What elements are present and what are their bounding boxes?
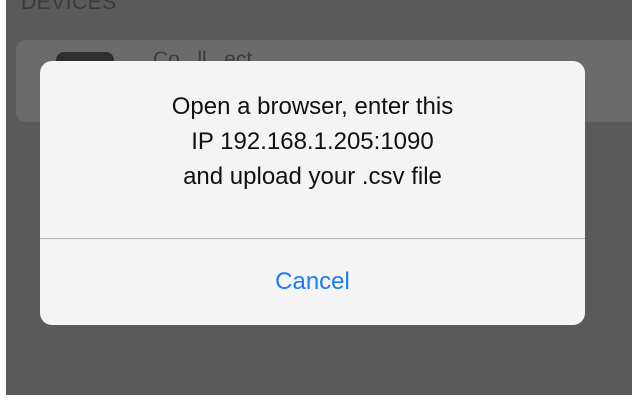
alert-message-line-3: and upload your .csv file <box>183 163 442 190</box>
cancel-button[interactable]: Cancel <box>40 239 585 325</box>
app-screen: DEVICES Co...ll...ect... Open a browser,… <box>6 0 632 395</box>
alert-message: Open a browser, enter this IP 192.168.1.… <box>40 89 585 194</box>
alert-message-line-2: IP 192.168.1.205:1090 <box>191 128 434 155</box>
screenshot-frame: DEVICES Co...ll...ect... Open a browser,… <box>0 0 632 401</box>
alert-dialog: Open a browser, enter this IP 192.168.1.… <box>40 61 585 325</box>
alert-message-line-1: Open a browser, enter this <box>171 93 454 120</box>
